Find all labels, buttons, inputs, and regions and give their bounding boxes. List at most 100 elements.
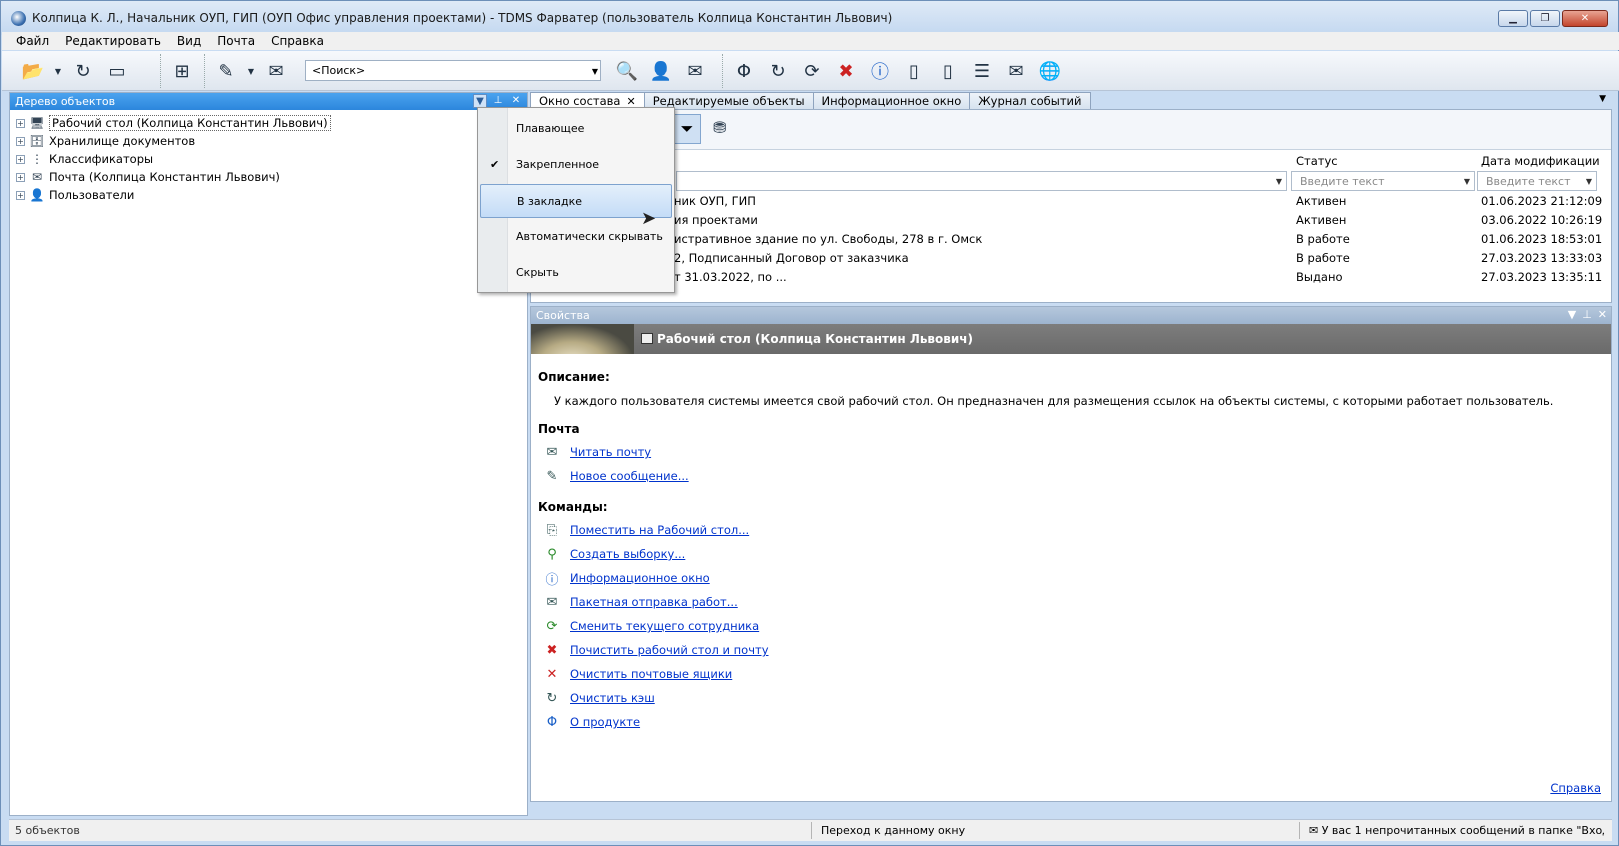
panel-close-icon[interactable]: ✕ xyxy=(509,94,523,108)
clear-mailbox-icon: ✕ xyxy=(546,666,558,682)
send-mail-icon[interactable]: ✉ xyxy=(261,56,291,86)
help-link[interactable]: Справка xyxy=(1550,781,1601,795)
desktop-icon: 🖥 xyxy=(29,116,45,130)
status-filter-input[interactable]: Введите текст ▼ xyxy=(1291,171,1475,191)
about-link[interactable]: О продукте xyxy=(570,715,640,729)
description-label: Описание: xyxy=(538,370,610,384)
new-message-link[interactable]: Новое сообщение... xyxy=(570,469,689,483)
main-toolbar: 📂 ▼ ↻ ▭ ⊞ ✎ ▼ ✉ <Поиск> ▼ 🔍 👤 ✉ Φ ↻ ⟳ ✖ … xyxy=(2,51,1619,91)
expand-icon[interactable]: + xyxy=(16,118,25,128)
batch-send-icon: ✉ xyxy=(546,594,558,610)
reload-icon[interactable]: ↻ xyxy=(763,56,793,86)
table-row[interactable]: ия проектами xyxy=(674,213,758,231)
close-button[interactable]: ✕ xyxy=(1562,10,1608,27)
clean-desktop-link[interactable]: Почистить рабочий стол и почту xyxy=(570,643,769,657)
expand-icon[interactable]: + xyxy=(16,136,25,146)
page-icon[interactable]: ▯ xyxy=(933,56,963,86)
main-window: Колпица К. Л., Начальник ОУП, ГИП (ОУП О… xyxy=(0,0,1619,846)
search-mail-icon[interactable]: ✉ xyxy=(680,56,710,86)
expand-icon[interactable]: + xyxy=(16,154,25,164)
workspace: Окно состава ✕ Редактируемые объекты Инфо… xyxy=(530,92,1612,816)
filter-dropdown-icon[interactable]: ▼ xyxy=(1586,177,1592,186)
row-status: Выдано xyxy=(1296,270,1343,284)
switch-user-link[interactable]: Сменить текущего сотрудника xyxy=(570,619,759,633)
menu-file[interactable]: Файл xyxy=(8,34,57,48)
switch-user-icon[interactable]: ⟳ xyxy=(797,56,827,86)
minimize-button[interactable]: ▁ xyxy=(1498,10,1528,27)
panel-close-icon[interactable]: ✕ xyxy=(1598,308,1607,321)
menu-item-floating[interactable]: Плавающее xyxy=(480,112,672,146)
tab-strip: Окно состава ✕ Редактируемые объекты Инфо… xyxy=(530,92,1612,109)
clean-desktop-icon[interactable]: ✖ xyxy=(831,56,861,86)
search-input[interactable]: <Поиск> ▼ xyxy=(305,60,601,81)
new-object-icon[interactable]: 📂 xyxy=(18,56,48,86)
compose-mail-icon[interactable]: ✎ xyxy=(211,56,241,86)
mailbox-icon[interactable]: ✉ xyxy=(1001,56,1031,86)
object-count: 5 объектов xyxy=(15,824,80,837)
expand-icon[interactable]: + xyxy=(16,172,25,182)
search-dropdown-icon[interactable]: ▼ xyxy=(592,67,598,76)
menu-mail[interactable]: Почта xyxy=(209,34,263,48)
info-window-link[interactable]: Информационное окно xyxy=(570,571,710,585)
info-icon[interactable]: ⓘ xyxy=(865,56,895,86)
add-icon[interactable]: ⊞ xyxy=(167,56,197,86)
read-mail-link[interactable]: Читать почту xyxy=(570,445,651,459)
tab-event-log[interactable]: Журнал событий xyxy=(969,92,1091,109)
table-row[interactable]: ник ОУП, ГИП xyxy=(674,194,756,212)
name-filter-input[interactable]: ▼ xyxy=(676,171,1287,191)
tree-item-desktop[interactable]: + 🖥 Рабочий стол (Колпица Константин Льв… xyxy=(16,114,521,132)
pin-icon[interactable]: ⊥ xyxy=(1582,308,1592,321)
properties-header: Свойства ▼ ⊥ ✕ xyxy=(531,307,1611,324)
tree-item-storage[interactable]: + 🗄 Хранилище документов xyxy=(16,132,521,150)
tree-item-users[interactable]: + 👤 Пользователи xyxy=(16,186,521,204)
search-documents-icon[interactable]: 🔍 xyxy=(612,56,642,86)
tab-list-dropdown-icon[interactable]: ▼ xyxy=(1599,94,1606,104)
table-row[interactable]: т 31.03.2022, по ... xyxy=(674,270,787,288)
desktop-icon xyxy=(641,333,653,344)
modified-filter-input[interactable]: Введите текст ▼ xyxy=(1477,171,1597,191)
create-query-link[interactable]: Создать выборку... xyxy=(570,547,685,561)
pin-icon[interactable]: ⊥ xyxy=(491,94,505,108)
filter-dropdown-icon[interactable]: ▼ xyxy=(1464,177,1470,186)
table-row[interactable]: истративное здание по ул. Свободы, 278 в… xyxy=(674,232,982,250)
column-header-status[interactable]: Статус xyxy=(1296,154,1338,170)
filter-dropdown-icon[interactable]: ▼ xyxy=(1276,177,1282,186)
mouse-cursor-icon: ➤ xyxy=(641,208,657,229)
app-logo-icon xyxy=(11,11,26,26)
menu-help[interactable]: Справка xyxy=(263,34,332,48)
column-header-modified[interactable]: Дата модификации xyxy=(1481,154,1600,170)
properties-icon[interactable]: ▭ xyxy=(102,56,132,86)
menu-edit[interactable]: Редактировать xyxy=(57,34,169,48)
row-modified: 01.06.2023 18:53:01 xyxy=(1481,232,1603,246)
farvater-icon[interactable]: Φ xyxy=(729,56,759,86)
tree-item-mail[interactable]: + ✉ Почта (Колпица Константин Львович) xyxy=(16,168,521,186)
search-users-icon[interactable]: 👤 xyxy=(646,56,676,86)
maximize-button[interactable]: ❐ xyxy=(1530,10,1560,27)
menu-item-docked[interactable]: ✔ Закрепленное xyxy=(480,148,672,182)
clear-mailbox-link[interactable]: Очистить почтовые ящики xyxy=(570,667,732,681)
tree-item-classifiers[interactable]: + ⋮ Классификаторы xyxy=(16,150,521,168)
table-row[interactable]: 2, Подписанный Договор от заказчика xyxy=(674,251,909,269)
panel-menu-dropdown-icon[interactable]: ▼ xyxy=(473,94,487,108)
place-desktop-link[interactable]: Поместить на Рабочий стол... xyxy=(570,523,749,537)
message-icon[interactable]: ☰ xyxy=(967,56,997,86)
batch-send-link[interactable]: Пакетная отправка работ... xyxy=(570,595,738,609)
properties-banner: Рабочий стол (Колпица Константин Львович… xyxy=(531,324,1611,354)
object-tree-panel: Дерево объектов ▼ ⊥ ✕ + 🖥 Рабочий стол (… xyxy=(9,92,528,816)
refresh-icon[interactable]: ↻ xyxy=(68,56,98,86)
filter-icon[interactable]: ⏷ xyxy=(673,114,701,144)
panel-menu-dropdown-icon[interactable]: ▼ xyxy=(1568,308,1576,321)
new-object-dropdown-icon[interactable]: ▼ xyxy=(52,56,64,86)
filter-settings-icon[interactable]: ⛃ xyxy=(713,118,726,137)
refresh-icon: ↻ xyxy=(546,690,558,706)
tab-info-window[interactable]: Информационное окно xyxy=(812,92,971,109)
expand-icon[interactable]: + xyxy=(16,190,25,200)
menu-item-hide[interactable]: Скрыть xyxy=(480,256,672,290)
object-tree-header: Дерево объектов ▼ ⊥ ✕ xyxy=(10,93,527,110)
menu-view[interactable]: Вид xyxy=(169,34,209,48)
document-icon[interactable]: ▯ xyxy=(899,56,929,86)
clear-cache-link[interactable]: Очистить кэш xyxy=(570,691,655,705)
unread-mail-status[interactable]: ✉ У вас 1 непрочитанных сообщений в папк… xyxy=(1309,824,1604,837)
globe-icon[interactable]: 🌐 xyxy=(1035,56,1065,86)
compose-dropdown-icon[interactable]: ▼ xyxy=(245,56,257,86)
